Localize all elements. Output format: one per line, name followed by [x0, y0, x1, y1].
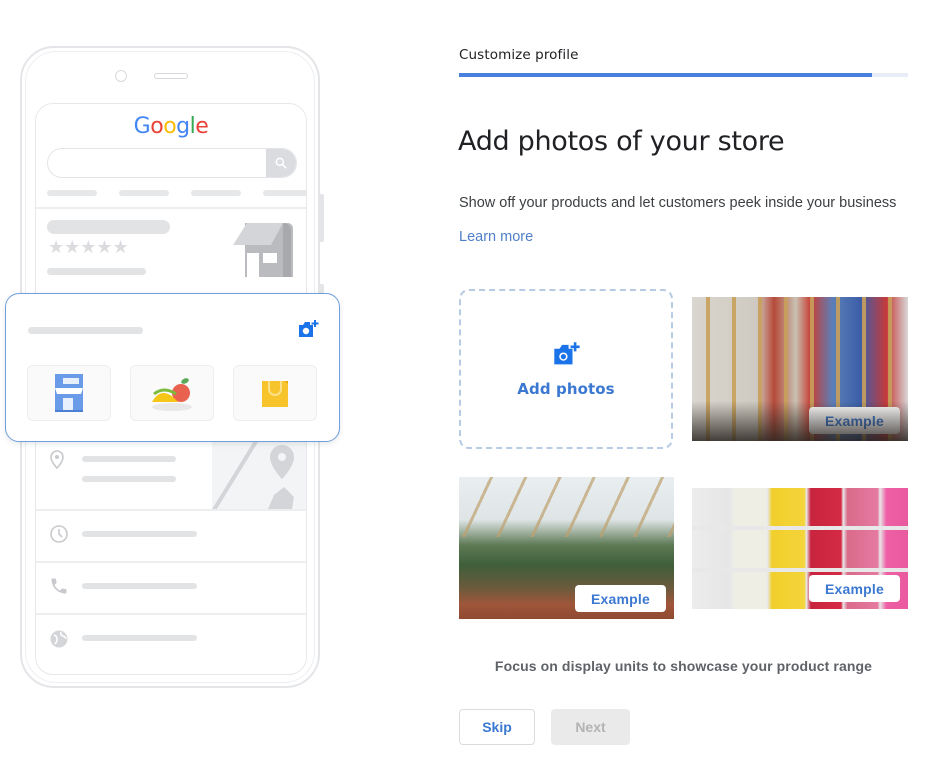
divider [36, 613, 306, 615]
preview-chips [47, 190, 306, 196]
placeholder-line [82, 456, 176, 462]
placeholder-line [82, 531, 197, 537]
add-photo-icon [551, 341, 581, 372]
logo-letter: o [150, 114, 164, 139]
shopping-bag-icon [233, 365, 317, 421]
example-photo-garden: Example [459, 477, 674, 619]
progress-fill [459, 73, 873, 77]
add-photos-button[interactable]: Add photos [459, 289, 673, 449]
globe-icon [49, 629, 69, 654]
divider [36, 207, 306, 209]
phone-side-button [320, 194, 324, 242]
add-photos-label: Add photos [517, 379, 615, 398]
step-label: Customize profile [459, 47, 579, 63]
preview-search-bar [47, 148, 297, 178]
storefront-icon [27, 365, 111, 421]
add-photo-icon [297, 319, 319, 344]
example-badge: Example [809, 407, 900, 434]
phone-speaker [154, 73, 188, 79]
learn-more-link[interactable]: Learn more [459, 229, 533, 245]
store-icon [233, 221, 293, 284]
page-title: Add photos of your store [458, 126, 785, 157]
skip-button[interactable]: Skip [459, 709, 535, 745]
food-icon [130, 365, 214, 421]
placeholder-chip [47, 190, 97, 196]
example-badge: Example [809, 575, 900, 602]
google-logo: Google [36, 114, 306, 139]
next-button[interactable]: Next [551, 709, 630, 745]
phone-icon [49, 576, 69, 601]
placeholder-chip [119, 190, 169, 196]
placeholder-line [82, 476, 176, 482]
logo-letter: G [133, 114, 151, 139]
location-pin-icon [49, 450, 65, 475]
clock-icon [49, 524, 69, 549]
progress-bar [459, 73, 908, 77]
tip-text: Focus on display units to showcase your … [494, 658, 873, 674]
phone-camera [115, 70, 127, 82]
example-photo-candles: Example [692, 488, 908, 609]
divider [36, 561, 306, 563]
divider [36, 509, 306, 511]
logo-letter: e [195, 114, 209, 139]
placeholder-line [82, 635, 197, 641]
photo-category-card [5, 293, 340, 442]
placeholder-chip [263, 190, 306, 196]
placeholder-business-name [47, 220, 170, 234]
placeholder-line [47, 268, 146, 275]
search-icon [266, 149, 296, 177]
placeholder-card-title [28, 327, 143, 334]
example-badge: Example [575, 585, 666, 612]
rating-stars: ★★★★★ [48, 237, 129, 257]
placeholder-line [82, 583, 197, 589]
logo-letter: o [163, 114, 177, 139]
placeholder-chip [191, 190, 241, 196]
example-photo-hardware: Example [692, 297, 908, 441]
map-thumbnail [212, 439, 306, 509]
page-subtitle: Show off your products and let customers… [459, 195, 897, 211]
map-pin-icon [270, 445, 294, 479]
logo-letter: g [176, 114, 190, 139]
